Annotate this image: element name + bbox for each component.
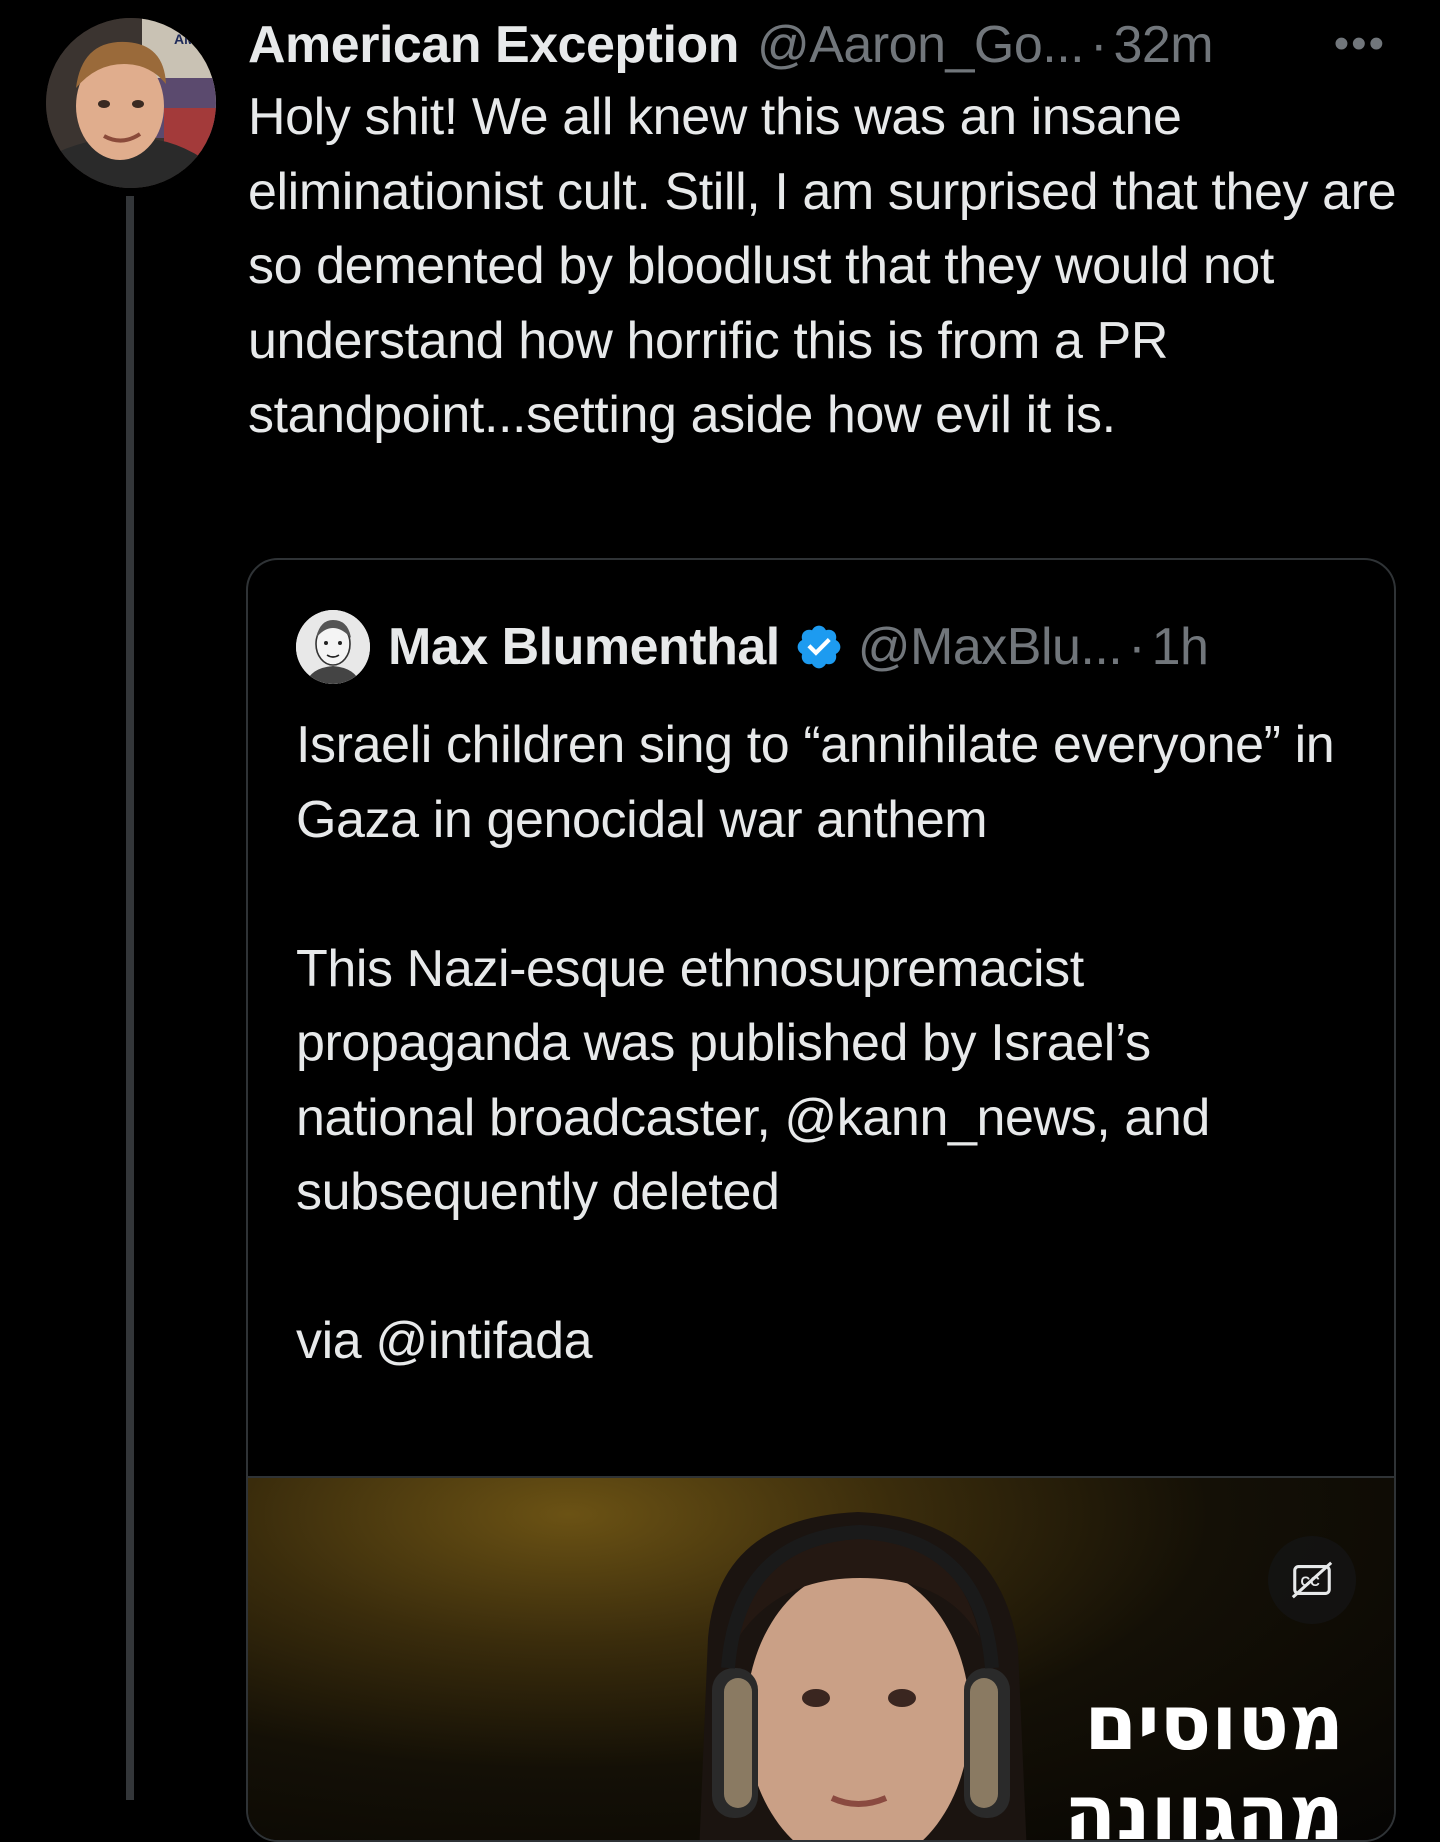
header-separator: · [1090,16,1108,74]
video-caption-overlay: מטוסים מהגוונה [1064,1678,1344,1842]
post-header: American Exception @Aaron_Go... · 32m [248,10,1408,80]
quoted-author-handle[interactable]: @MaxBlu... [858,612,1123,682]
post-timestamp[interactable]: 32m [1113,10,1213,80]
closed-captions-button[interactable]: CC [1268,1536,1356,1624]
author-avatar[interactable]: AME EXCEPT [46,18,216,188]
quoted-avatar-image [296,610,370,684]
verified-badge-icon [797,625,841,669]
more-horizontal-icon: ••• [1333,19,1386,68]
post-text: Holy shit! We all knew this was an insan… [248,88,1397,444]
author-name[interactable]: American Exception [248,10,739,80]
author-handle[interactable]: @Aaron_Go... [757,10,1085,80]
thread-connector-line [126,196,134,1800]
quoted-post-card[interactable]: Max Blumenthal @MaxBlu... · 1h Israeli c… [246,558,1396,1842]
quoted-header-separator: · [1128,618,1146,676]
quoted-post-text: Israeli children sing to “annihilate eve… [296,716,1335,1370]
quoted-post-header: Max Blumenthal @MaxBlu... · 1h [296,610,1209,684]
closed-captions-off-icon: CC [1291,1561,1333,1599]
more-options-button[interactable]: ••• [1334,22,1386,66]
author-avatar-image: AME EXCEPT [46,18,216,188]
quoted-author-name[interactable]: Max Blumenthal [388,612,780,682]
avatar-sign-text: AME EXCEPT [174,31,216,47]
quoted-video-media[interactable]: CC מטוסים מהגוונה [248,1476,1394,1842]
post: American Exception @Aaron_Go... · 32m ••… [248,10,1408,453]
quoted-author-avatar[interactable] [296,610,370,684]
quoted-post-timestamp[interactable]: 1h [1152,612,1209,682]
